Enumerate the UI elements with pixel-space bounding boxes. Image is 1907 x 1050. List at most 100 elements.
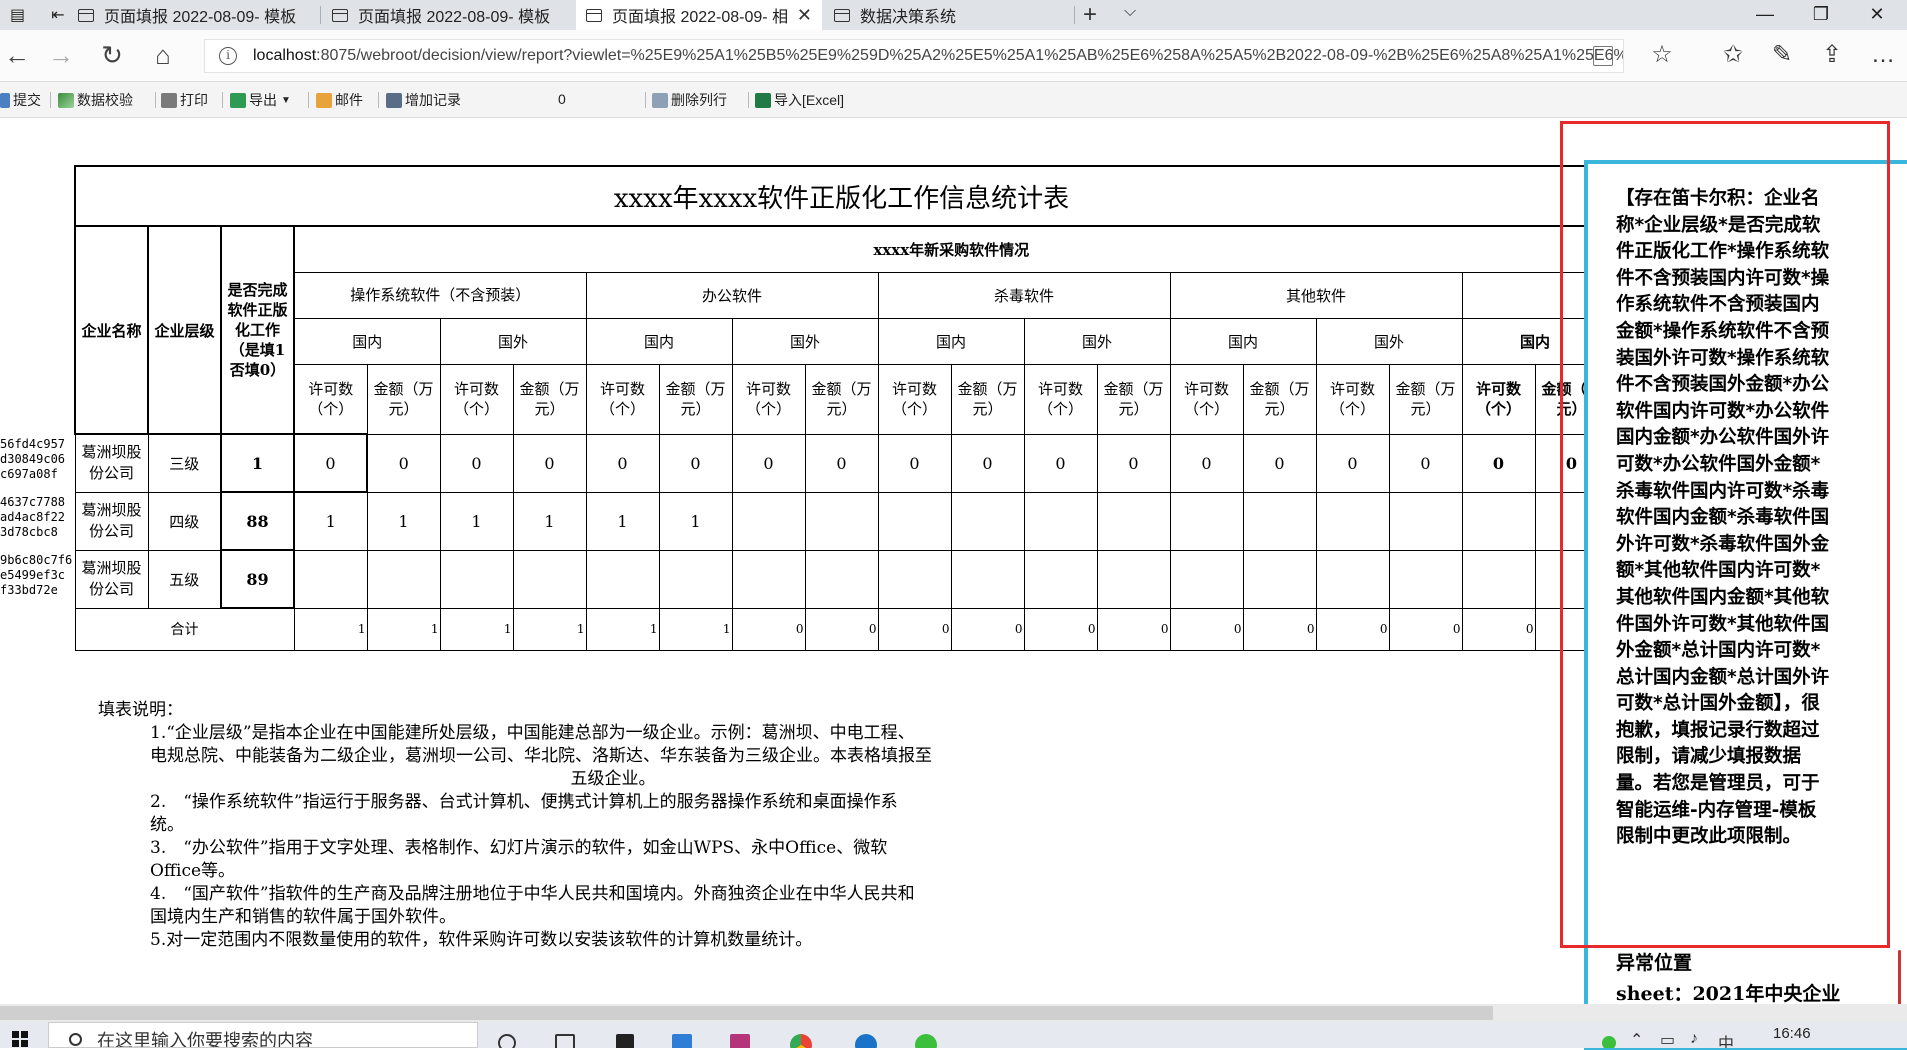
home-icon[interactable]: ⌂ xyxy=(146,40,180,72)
value-cell[interactable]: 1 xyxy=(658,491,733,551)
level-cell[interactable]: 四级 xyxy=(147,491,222,551)
value-cell[interactable]: 0 xyxy=(439,433,514,493)
print-button[interactable]: 打印 xyxy=(161,90,208,110)
maximize-button[interactable]: ❐ xyxy=(1796,0,1846,30)
submit-button[interactable]: 提交 xyxy=(0,90,41,110)
value-cell[interactable]: 1 xyxy=(512,491,587,551)
company-cell[interactable]: 葛洲坝股份公司 xyxy=(74,433,149,493)
value-cell[interactable] xyxy=(804,491,879,551)
value-cell[interactable]: 0 xyxy=(804,433,879,493)
tab-report-3-active[interactable]: 页面填报 2022-08-09- 相 ✕ xyxy=(576,0,822,30)
apps-grid-icon[interactable] xyxy=(616,1034,634,1048)
value-cell[interactable] xyxy=(1461,491,1536,551)
value-cell[interactable]: 0 xyxy=(658,433,733,493)
more-menu-icon[interactable]: … xyxy=(1866,40,1900,72)
value-cell[interactable] xyxy=(293,549,368,609)
value-cell[interactable] xyxy=(1242,491,1317,551)
favorite-star-icon[interactable]: ☆ xyxy=(1645,40,1679,72)
forward-arrow-icon[interactable]: → xyxy=(44,40,78,72)
pen-notes-icon[interactable]: ✎ xyxy=(1765,40,1799,72)
close-tab-icon[interactable]: ✕ xyxy=(797,5,812,26)
value-cell[interactable]: 0 xyxy=(731,433,806,493)
completed-cell[interactable]: 89 xyxy=(220,549,295,609)
mail-button[interactable]: 邮件 xyxy=(316,90,363,110)
value-cell[interactable] xyxy=(804,549,879,609)
value-cell[interactable] xyxy=(877,549,952,609)
value-cell[interactable]: 0 xyxy=(1461,433,1536,493)
refresh-icon[interactable]: ↻ xyxy=(95,40,129,72)
chrome-icon[interactable] xyxy=(790,1034,812,1048)
value-cell[interactable] xyxy=(1315,549,1390,609)
favorites-list-icon[interactable]: ✩ xyxy=(1716,40,1750,72)
value-cell[interactable] xyxy=(1169,549,1244,609)
file-explorer-icon[interactable] xyxy=(672,1034,692,1048)
value-cell[interactable] xyxy=(731,549,806,609)
value-cell[interactable] xyxy=(1096,491,1171,551)
value-cell[interactable]: 1 xyxy=(293,491,368,551)
level-cell[interactable]: 五级 xyxy=(147,549,222,609)
value-cell[interactable] xyxy=(439,549,514,609)
value-cell[interactable]: 1 xyxy=(366,491,441,551)
value-cell[interactable] xyxy=(877,491,952,551)
value-cell[interactable]: 1 xyxy=(439,491,514,551)
value-cell[interactable]: 0 xyxy=(1315,433,1390,493)
value-cell[interactable]: 0 xyxy=(512,433,587,493)
system-clock[interactable]: 16:46 xyxy=(1773,1025,1811,1042)
company-cell[interactable]: 葛洲坝股份公司 xyxy=(74,491,149,551)
edge-icon[interactable] xyxy=(855,1034,877,1048)
value-cell[interactable] xyxy=(950,549,1025,609)
record-count-input[interactable]: 0 xyxy=(558,91,566,107)
value-cell[interactable] xyxy=(1242,549,1317,609)
database-app-icon[interactable] xyxy=(730,1034,750,1048)
close-window-button[interactable]: ✕ xyxy=(1852,0,1902,30)
value-cell[interactable] xyxy=(512,549,587,609)
windows-start-icon[interactable] xyxy=(12,1031,28,1047)
tray-wechat-icon[interactable] xyxy=(1602,1036,1616,1048)
value-cell[interactable] xyxy=(585,549,660,609)
reading-view-icon[interactable] xyxy=(1593,46,1613,66)
value-cell[interactable]: 0 xyxy=(950,433,1025,493)
tab-list-dropdown[interactable]: ⌵ xyxy=(1124,3,1136,21)
value-cell[interactable] xyxy=(366,549,441,609)
tray-expand-icon[interactable]: ⌃ xyxy=(1630,1030,1643,1048)
value-cell[interactable]: 0 xyxy=(1023,433,1098,493)
new-tab-button[interactable]: + xyxy=(1083,1,1097,29)
tab-report-1[interactable]: 页面填报 2022-08-09- 模板 xyxy=(68,0,318,30)
value-cell[interactable] xyxy=(1461,549,1536,609)
horizontal-scrollbar[interactable] xyxy=(0,1004,1907,1022)
delete-row-button[interactable]: 删除列行 xyxy=(652,90,727,110)
wechat-icon[interactable] xyxy=(915,1034,937,1048)
value-cell[interactable]: 0 xyxy=(1242,433,1317,493)
level-cell[interactable]: 三级 xyxy=(147,433,222,493)
share-icon[interactable]: ⇪ xyxy=(1815,40,1849,72)
address-bar[interactable]: i localhost:8075/webroot/decision/view/r… xyxy=(204,39,1624,73)
company-cell[interactable]: 葛洲坝股份公司 xyxy=(74,549,149,609)
value-cell[interactable] xyxy=(1096,549,1171,609)
cortana-icon[interactable] xyxy=(498,1034,516,1048)
value-cell[interactable] xyxy=(1023,549,1098,609)
completed-cell[interactable]: 88 xyxy=(220,491,295,551)
minimize-button[interactable]: — xyxy=(1740,0,1790,30)
import-excel-button[interactable]: 导入[Excel] xyxy=(755,90,844,110)
value-cell[interactable]: 0 xyxy=(293,433,368,493)
taskbar-search-input[interactable]: 在这里输入你要搜索的内容 xyxy=(48,1022,478,1048)
value-cell[interactable] xyxy=(658,549,733,609)
value-cell[interactable] xyxy=(1023,491,1098,551)
value-cell[interactable]: 0 xyxy=(366,433,441,493)
task-view-icon[interactable] xyxy=(555,1034,575,1048)
value-cell[interactable] xyxy=(1169,491,1244,551)
volume-icon[interactable]: ♪ xyxy=(1690,1030,1698,1048)
value-cell[interactable] xyxy=(1315,491,1390,551)
value-cell[interactable]: 0 xyxy=(585,433,660,493)
horizontal-scroll-thumb[interactable] xyxy=(0,1006,1493,1020)
value-cell[interactable]: 0 xyxy=(1388,433,1463,493)
value-cell[interactable]: 0 xyxy=(1096,433,1171,493)
tab-decision-system[interactable]: 数据决策系统 xyxy=(824,0,1074,30)
ime-indicator[interactable]: 中 xyxy=(1718,1030,1734,1048)
value-cell[interactable] xyxy=(731,491,806,551)
site-info-icon[interactable]: i xyxy=(219,47,237,65)
export-button[interactable]: 导出 ▼ xyxy=(230,90,291,110)
value-cell[interactable] xyxy=(950,491,1025,551)
value-cell[interactable]: 0 xyxy=(877,433,952,493)
completed-cell[interactable]: 1 xyxy=(220,433,295,493)
